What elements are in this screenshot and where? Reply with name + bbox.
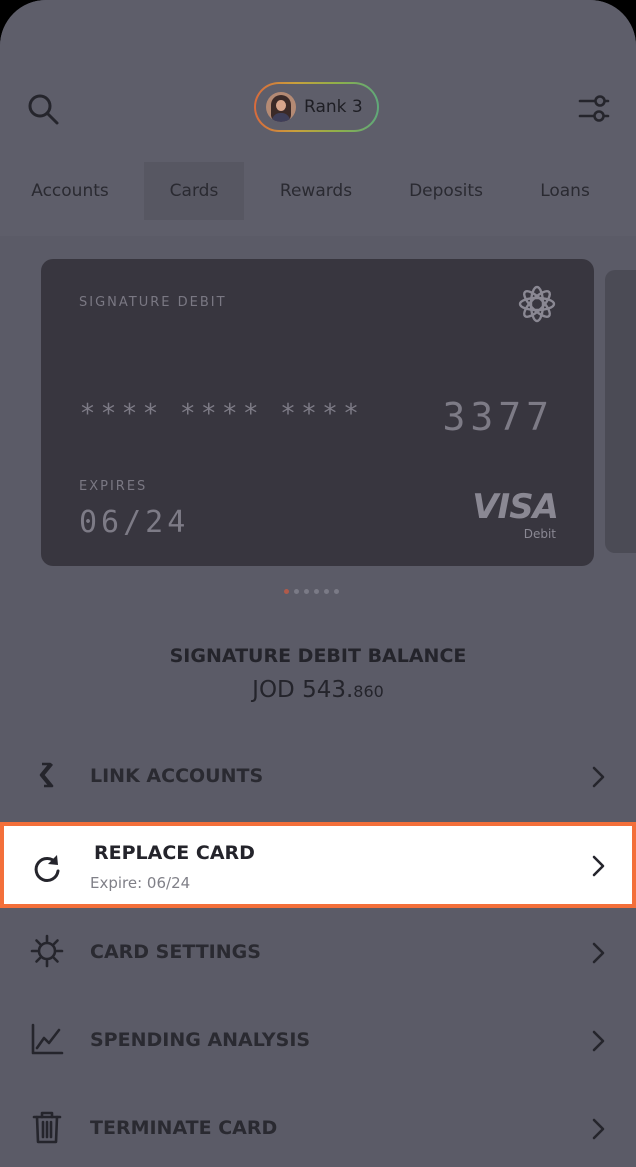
expires-label: EXPIRES <box>79 479 148 494</box>
replace-card-label: REPLACE CARD <box>94 842 255 864</box>
carousel-dots <box>284 589 339 595</box>
carousel-dot[interactable] <box>294 589 299 594</box>
avatar <box>266 92 296 122</box>
card-number-masked: **** **** **** <box>81 399 366 429</box>
terminate-card-label: TERMINATE CARD <box>90 1117 278 1139</box>
card-settings-label: CARD SETTINGS <box>90 941 261 963</box>
visa-logo: VISA <box>472 487 559 527</box>
carousel-dot-active[interactable] <box>284 589 289 594</box>
chart-icon <box>31 1023 64 1055</box>
top-header: Rank 3 Accounts Cards Rewards Deposits L… <box>0 0 636 236</box>
balance-title: SIGNATURE DEBIT BALANCE <box>169 645 467 667</box>
replace-card-sublabel: Expire: 06/24 <box>90 874 191 892</box>
link-accounts-label: LINK ACCOUNTS <box>90 765 264 787</box>
next-card-peek[interactable] <box>605 270 636 553</box>
tab-loans[interactable]: Loans <box>526 162 604 220</box>
terminate-card-row[interactable]: TERMINATE CARD <box>0 1088 636 1167</box>
chevron-right-icon <box>592 942 605 964</box>
rank-label: Rank 3 <box>304 97 363 117</box>
app-screen: Rank 3 Accounts Cards Rewards Deposits L… <box>0 0 636 1167</box>
debit-card[interactable]: SIGNATURE DEBIT **** **** **** 3377 EXPI… <box>41 259 594 566</box>
gear-icon <box>30 934 64 968</box>
rank-badge[interactable]: Rank 3 <box>254 82 379 132</box>
card-last4: 3377 <box>442 395 554 439</box>
chevron-right-icon <box>592 855 605 877</box>
tab-bar: Accounts Cards Rewards Deposits Loans <box>0 162 636 220</box>
chevron-right-icon <box>592 1118 605 1140</box>
tab-rewards[interactable]: Rewards <box>262 162 370 220</box>
card-expiry: 06/24 <box>79 505 190 540</box>
spending-analysis-label: SPENDING ANALYSIS <box>90 1029 311 1051</box>
chevron-right-icon <box>592 1030 605 1052</box>
card-type-label: SIGNATURE DEBIT <box>79 295 227 310</box>
filter-settings-icon[interactable] <box>578 94 610 124</box>
link-icon <box>39 762 54 788</box>
carousel-dot[interactable] <box>334 589 339 594</box>
spending-analysis-row[interactable]: SPENDING ANALYSIS <box>0 1000 636 1086</box>
tab-cards[interactable]: Cards <box>144 162 244 220</box>
bank-logo-icon <box>518 285 556 323</box>
tab-accounts[interactable]: Accounts <box>16 162 124 220</box>
balance-integer: JOD 543. <box>252 677 354 703</box>
card-settings-row[interactable]: CARD SETTINGS <box>0 912 636 998</box>
chevron-right-icon <box>592 766 605 788</box>
link-accounts-row[interactable]: LINK ACCOUNTS <box>0 736 636 822</box>
refresh-icon <box>34 855 60 882</box>
search-icon[interactable] <box>26 92 60 126</box>
carousel-dot[interactable] <box>324 589 329 594</box>
balance-amount: JOD 543.860 <box>0 677 636 703</box>
visa-sub-label: Debit <box>523 527 556 541</box>
tab-deposits[interactable]: Deposits <box>392 162 500 220</box>
trash-icon <box>32 1111 62 1144</box>
balance-decimals: 860 <box>353 682 384 701</box>
carousel-dot[interactable] <box>304 589 309 594</box>
replace-card-row[interactable]: REPLACE CARD Expire: 06/24 <box>0 822 636 908</box>
carousel-dot[interactable] <box>314 589 319 594</box>
